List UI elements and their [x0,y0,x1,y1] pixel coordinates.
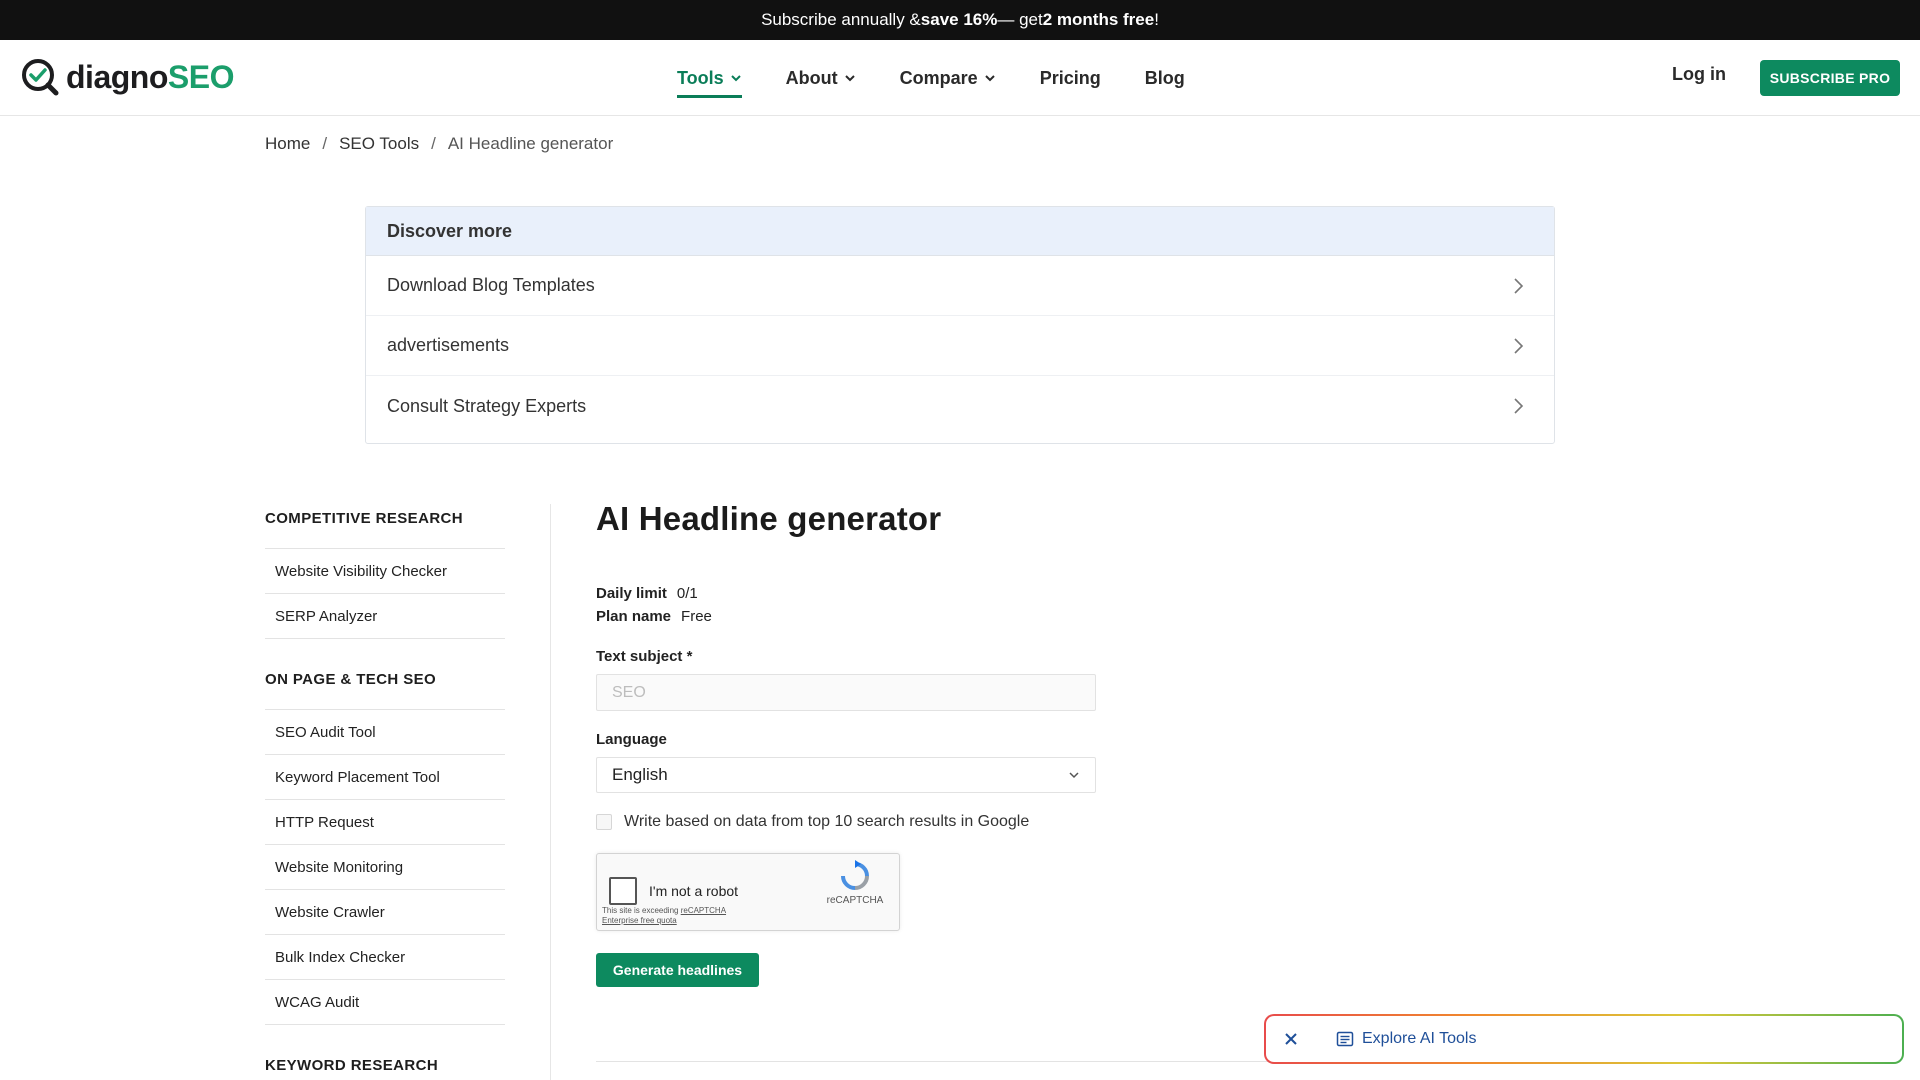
daily-limit-row: Daily limit 0/1 [596,582,1296,605]
discover-item-advertisements[interactable]: advertisements [366,316,1554,376]
top-results-checkbox[interactable] [596,814,612,830]
language-label: Language [596,731,667,748]
text-subject-input[interactable] [596,674,1096,711]
language-selected-value: English [612,765,668,784]
promo-discount: save 16% [920,10,998,29]
chevron-down-icon [844,75,855,82]
discover-item-blog-templates[interactable]: Download Blog Templates [366,256,1554,316]
text-subject-label: Text subject * [596,648,693,665]
promo-free-months: 2 months free [1042,10,1155,29]
breadcrumb: Home / SEO Tools / AI Headline generator [265,134,613,154]
recaptcha-checkbox[interactable] [609,877,637,905]
promo-text-1: Subscribe annually & [761,10,921,29]
sidebar-heading-on-page-tech-seo: ON PAGE & TECH SEO [265,670,437,688]
recaptcha-label: I'm not a robot [649,883,739,899]
recaptcha-brand-text: reCAPTCHA [826,895,884,906]
promo-banner: Subscribe annually & save 16% — get 2 mo… [0,0,1920,40]
explore-ai-tools-link[interactable]: Explore AI Tools [1362,1030,1476,1048]
promo-text-2: — get [997,10,1043,29]
tool-form: AI Headline generator Daily limit 0/1 Pla… [596,500,1296,987]
sidebar-item-website-visibility-checker[interactable]: Website Visibility Checker [265,549,505,594]
discover-more-panel: Discover more Download Blog Templates ad… [365,206,1555,444]
sidebar-heading-competitive-research: COMPETITIVE RESEARCH [265,509,464,527]
main-nav: Tools About Compare Pricing Blog [677,40,1185,116]
sidebar-item-keyword-placement-tool[interactable]: Keyword Placement Tool [265,755,505,800]
recaptcha-quota-note: This site is exceeding reCAPTCHA Enterpr… [602,906,726,926]
usage-info: Daily limit 0/1 Plan name Free [596,582,1296,628]
sidebar-item-bulk-index-checker[interactable]: Bulk Index Checker [265,935,505,980]
generate-headlines-button[interactable]: Generate headlines [596,953,759,987]
explore-ai-tools-bar: Explore AI Tools [1266,1016,1902,1062]
nav-blog-label: Blog [1144,67,1185,88]
top-results-option: Write based on data from top 10 search r… [596,813,1296,831]
chevron-down-icon [1069,772,1079,779]
breadcrumb-seo-tools[interactable]: SEO Tools [339,134,419,154]
nav-tools[interactable]: Tools [677,40,742,116]
daily-limit-value: 0/1 [676,585,698,602]
plan-name-label: Plan name [596,608,672,625]
nav-about[interactable]: About [786,40,856,116]
logo-magnifier-icon [22,59,59,96]
plan-name-value: Free [681,608,712,625]
page-title: AI Headline generator [596,500,942,537]
daily-limit-label: Daily limit [596,585,667,602]
breadcrumb-current: AI Headline generator [447,134,614,153]
sidebar-item-seo-audit-tool[interactable]: SEO Audit Tool [265,710,505,755]
sidebar-item-http-request[interactable]: HTTP Request [265,800,505,845]
logo-main: diagno [66,58,168,95]
chevron-down-icon [984,75,995,82]
nav-compare[interactable]: Compare [900,40,996,116]
nav-about-label: About [785,67,838,88]
logo-accent: SEO [167,58,235,95]
discover-item-label: Consult Strategy Experts [387,395,587,416]
sidebar-item-wcag-audit[interactable]: WCAG Audit [265,980,505,1025]
chevron-down-icon [730,75,741,82]
nav-pricing-label: Pricing [1039,67,1101,88]
subscribe-pro-button[interactable]: SUBSCRIBE PRO [1760,60,1900,96]
breadcrumb-home[interactable]: Home [265,134,310,154]
logo-text: diagnoSEO [66,59,234,96]
recaptcha-quota-link[interactable]: Enterprise free quota [602,916,677,925]
nav-blog[interactable]: Blog [1145,40,1185,116]
sidebar-list: Website Visibility Checker SERP Analyzer [265,548,505,639]
logo[interactable]: diagnoSEO [20,56,234,98]
breadcrumb-separator: / [431,134,436,153]
site-header: diagnoSEO Tools About Compare Pricing Bl… [0,40,1920,116]
sidebar-list: SEO Audit Tool Keyword Placement Tool HT… [265,709,505,1025]
discover-more-heading: Discover more [366,207,1554,256]
close-icon[interactable] [1282,1030,1300,1048]
explore-ai-tools-widget: Explore AI Tools [1264,1014,1904,1064]
recaptcha-link[interactable]: reCAPTCHA [681,906,726,915]
chevron-right-icon [1514,277,1524,294]
top-results-checkbox-label: Write based on data from top 10 search r… [624,813,1030,830]
plan-name-row: Plan name Free [596,605,1296,628]
chevron-right-icon [1514,398,1524,414]
recaptcha-logo-icon [841,860,869,890]
sidebar-item-website-monitoring[interactable]: Website Monitoring [265,845,505,890]
list-icon [1336,1031,1354,1047]
nav-pricing[interactable]: Pricing [1040,40,1101,116]
nav-compare-label: Compare [899,67,978,88]
sidebar-divider [550,504,551,1080]
sidebar-heading-keyword-research: KEYWORD RESEARCH [265,1056,439,1074]
content-divider [596,1061,1296,1062]
login-link[interactable]: Log in [1672,64,1726,85]
sidebar-item-serp-analyzer[interactable]: SERP Analyzer [265,594,505,639]
discover-item-label: Download Blog Templates [387,275,595,295]
sidebar-item-website-crawler[interactable]: Website Crawler [265,890,505,935]
tools-sidebar: COMPETITIVE RESEARCH Website Visibility … [265,500,505,1080]
discover-item-label: advertisements [387,335,510,355]
recaptcha-brand: reCAPTCHA [825,860,885,906]
recaptcha-note-text: This site is exceeding [602,906,681,915]
nav-tools-label: Tools [677,67,724,88]
recaptcha-widget: I'm not a robot This site is exceeding r… [596,853,900,931]
chevron-right-icon [1514,337,1524,354]
breadcrumb-separator: / [322,134,328,153]
promo-text-3: ! [1154,10,1159,29]
discover-item-strategy-experts[interactable]: Consult Strategy Experts [366,376,1554,436]
language-select[interactable]: English [596,757,1096,793]
